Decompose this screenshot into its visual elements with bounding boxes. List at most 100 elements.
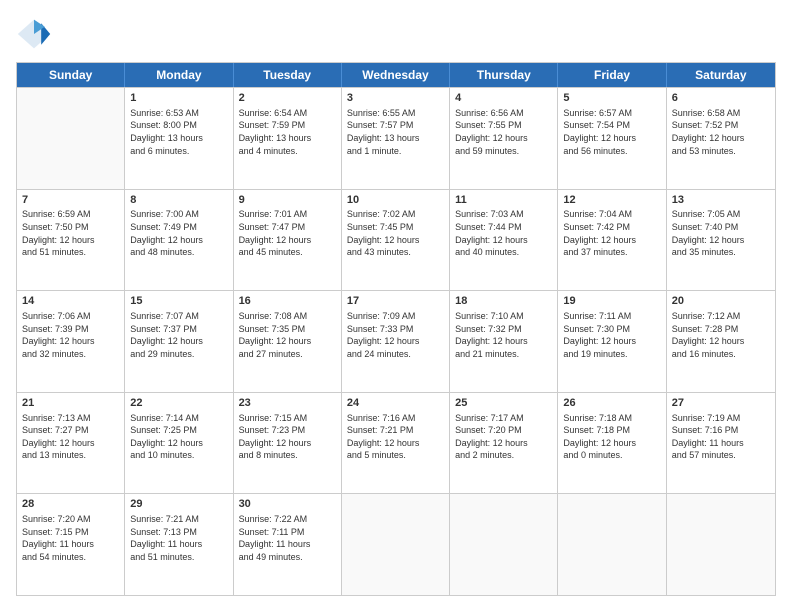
- day-number: 29: [130, 497, 227, 512]
- calendar-cell: 8Sunrise: 7:00 AM Sunset: 7:49 PM Daylig…: [125, 190, 233, 291]
- day-number: 23: [239, 396, 336, 411]
- calendar-cell: [450, 494, 558, 595]
- calendar-cell: 27Sunrise: 7:19 AM Sunset: 7:16 PM Dayli…: [667, 393, 775, 494]
- day-number: 16: [239, 294, 336, 309]
- day-number: 25: [455, 396, 552, 411]
- day-info: Sunrise: 6:56 AM Sunset: 7:55 PM Dayligh…: [455, 107, 552, 157]
- calendar-week-3: 21Sunrise: 7:13 AM Sunset: 7:27 PM Dayli…: [17, 392, 775, 494]
- header: [16, 16, 776, 52]
- day-info: Sunrise: 7:06 AM Sunset: 7:39 PM Dayligh…: [22, 310, 119, 360]
- day-number: 13: [672, 193, 770, 208]
- calendar-week-1: 7Sunrise: 6:59 AM Sunset: 7:50 PM Daylig…: [17, 189, 775, 291]
- day-info: Sunrise: 7:03 AM Sunset: 7:44 PM Dayligh…: [455, 208, 552, 258]
- day-info: Sunrise: 7:18 AM Sunset: 7:18 PM Dayligh…: [563, 412, 660, 462]
- calendar-cell: 13Sunrise: 7:05 AM Sunset: 7:40 PM Dayli…: [667, 190, 775, 291]
- day-number: 24: [347, 396, 444, 411]
- day-number: 11: [455, 193, 552, 208]
- calendar-cell: 4Sunrise: 6:56 AM Sunset: 7:55 PM Daylig…: [450, 88, 558, 189]
- day-number: 1: [130, 91, 227, 106]
- day-number: 12: [563, 193, 660, 208]
- day-info: Sunrise: 6:57 AM Sunset: 7:54 PM Dayligh…: [563, 107, 660, 157]
- day-info: Sunrise: 6:59 AM Sunset: 7:50 PM Dayligh…: [22, 208, 119, 258]
- day-info: Sunrise: 7:10 AM Sunset: 7:32 PM Dayligh…: [455, 310, 552, 360]
- day-info: Sunrise: 7:14 AM Sunset: 7:25 PM Dayligh…: [130, 412, 227, 462]
- page: SundayMondayTuesdayWednesdayThursdayFrid…: [0, 0, 792, 612]
- calendar-cell: 12Sunrise: 7:04 AM Sunset: 7:42 PM Dayli…: [558, 190, 666, 291]
- day-info: Sunrise: 7:00 AM Sunset: 7:49 PM Dayligh…: [130, 208, 227, 258]
- day-info: Sunrise: 6:55 AM Sunset: 7:57 PM Dayligh…: [347, 107, 444, 157]
- calendar-cell: 5Sunrise: 6:57 AM Sunset: 7:54 PM Daylig…: [558, 88, 666, 189]
- header-day-sunday: Sunday: [17, 63, 125, 87]
- logo: [16, 16, 56, 52]
- calendar-cell: 24Sunrise: 7:16 AM Sunset: 7:21 PM Dayli…: [342, 393, 450, 494]
- day-info: Sunrise: 7:04 AM Sunset: 7:42 PM Dayligh…: [563, 208, 660, 258]
- day-number: 4: [455, 91, 552, 106]
- day-number: 19: [563, 294, 660, 309]
- day-number: 30: [239, 497, 336, 512]
- calendar-cell: 1Sunrise: 6:53 AM Sunset: 8:00 PM Daylig…: [125, 88, 233, 189]
- day-info: Sunrise: 7:16 AM Sunset: 7:21 PM Dayligh…: [347, 412, 444, 462]
- day-info: Sunrise: 7:19 AM Sunset: 7:16 PM Dayligh…: [672, 412, 770, 462]
- day-info: Sunrise: 7:05 AM Sunset: 7:40 PM Dayligh…: [672, 208, 770, 258]
- day-number: 3: [347, 91, 444, 106]
- day-number: 27: [672, 396, 770, 411]
- calendar-cell: 10Sunrise: 7:02 AM Sunset: 7:45 PM Dayli…: [342, 190, 450, 291]
- calendar-cell: [17, 88, 125, 189]
- day-info: Sunrise: 7:15 AM Sunset: 7:23 PM Dayligh…: [239, 412, 336, 462]
- header-day-tuesday: Tuesday: [234, 63, 342, 87]
- calendar-cell: 25Sunrise: 7:17 AM Sunset: 7:20 PM Dayli…: [450, 393, 558, 494]
- day-number: 28: [22, 497, 119, 512]
- calendar-cell: 9Sunrise: 7:01 AM Sunset: 7:47 PM Daylig…: [234, 190, 342, 291]
- day-number: 22: [130, 396, 227, 411]
- day-number: 21: [22, 396, 119, 411]
- calendar-cell: 3Sunrise: 6:55 AM Sunset: 7:57 PM Daylig…: [342, 88, 450, 189]
- calendar-cell: 2Sunrise: 6:54 AM Sunset: 7:59 PM Daylig…: [234, 88, 342, 189]
- day-info: Sunrise: 7:08 AM Sunset: 7:35 PM Dayligh…: [239, 310, 336, 360]
- day-info: Sunrise: 7:12 AM Sunset: 7:28 PM Dayligh…: [672, 310, 770, 360]
- calendar-cell: [667, 494, 775, 595]
- day-number: 20: [672, 294, 770, 309]
- calendar-week-2: 14Sunrise: 7:06 AM Sunset: 7:39 PM Dayli…: [17, 290, 775, 392]
- day-info: Sunrise: 7:22 AM Sunset: 7:11 PM Dayligh…: [239, 513, 336, 563]
- day-number: 8: [130, 193, 227, 208]
- day-number: 26: [563, 396, 660, 411]
- calendar-header: SundayMondayTuesdayWednesdayThursdayFrid…: [17, 63, 775, 87]
- header-day-monday: Monday: [125, 63, 233, 87]
- day-info: Sunrise: 6:53 AM Sunset: 8:00 PM Dayligh…: [130, 107, 227, 157]
- day-info: Sunrise: 7:13 AM Sunset: 7:27 PM Dayligh…: [22, 412, 119, 462]
- day-info: Sunrise: 7:11 AM Sunset: 7:30 PM Dayligh…: [563, 310, 660, 360]
- calendar-cell: 11Sunrise: 7:03 AM Sunset: 7:44 PM Dayli…: [450, 190, 558, 291]
- day-number: 17: [347, 294, 444, 309]
- day-info: Sunrise: 7:09 AM Sunset: 7:33 PM Dayligh…: [347, 310, 444, 360]
- calendar-body: 1Sunrise: 6:53 AM Sunset: 8:00 PM Daylig…: [17, 87, 775, 595]
- day-info: Sunrise: 7:20 AM Sunset: 7:15 PM Dayligh…: [22, 513, 119, 563]
- calendar-cell: 23Sunrise: 7:15 AM Sunset: 7:23 PM Dayli…: [234, 393, 342, 494]
- calendar-cell: 30Sunrise: 7:22 AM Sunset: 7:11 PM Dayli…: [234, 494, 342, 595]
- calendar-cell: 7Sunrise: 6:59 AM Sunset: 7:50 PM Daylig…: [17, 190, 125, 291]
- calendar-cell: 20Sunrise: 7:12 AM Sunset: 7:28 PM Dayli…: [667, 291, 775, 392]
- day-number: 10: [347, 193, 444, 208]
- calendar-cell: 16Sunrise: 7:08 AM Sunset: 7:35 PM Dayli…: [234, 291, 342, 392]
- day-number: 7: [22, 193, 119, 208]
- calendar-cell: 18Sunrise: 7:10 AM Sunset: 7:32 PM Dayli…: [450, 291, 558, 392]
- header-day-wednesday: Wednesday: [342, 63, 450, 87]
- calendar-cell: 17Sunrise: 7:09 AM Sunset: 7:33 PM Dayli…: [342, 291, 450, 392]
- day-info: Sunrise: 7:02 AM Sunset: 7:45 PM Dayligh…: [347, 208, 444, 258]
- day-number: 15: [130, 294, 227, 309]
- day-number: 14: [22, 294, 119, 309]
- header-day-friday: Friday: [558, 63, 666, 87]
- header-day-thursday: Thursday: [450, 63, 558, 87]
- day-number: 6: [672, 91, 770, 106]
- day-number: 2: [239, 91, 336, 106]
- calendar-cell: 29Sunrise: 7:21 AM Sunset: 7:13 PM Dayli…: [125, 494, 233, 595]
- calendar-cell: 26Sunrise: 7:18 AM Sunset: 7:18 PM Dayli…: [558, 393, 666, 494]
- day-info: Sunrise: 6:54 AM Sunset: 7:59 PM Dayligh…: [239, 107, 336, 157]
- day-number: 9: [239, 193, 336, 208]
- logo-icon: [16, 16, 52, 52]
- calendar-cell: 19Sunrise: 7:11 AM Sunset: 7:30 PM Dayli…: [558, 291, 666, 392]
- calendar-cell: 22Sunrise: 7:14 AM Sunset: 7:25 PM Dayli…: [125, 393, 233, 494]
- day-number: 18: [455, 294, 552, 309]
- day-info: Sunrise: 6:58 AM Sunset: 7:52 PM Dayligh…: [672, 107, 770, 157]
- calendar-cell: 21Sunrise: 7:13 AM Sunset: 7:27 PM Dayli…: [17, 393, 125, 494]
- calendar-week-0: 1Sunrise: 6:53 AM Sunset: 8:00 PM Daylig…: [17, 87, 775, 189]
